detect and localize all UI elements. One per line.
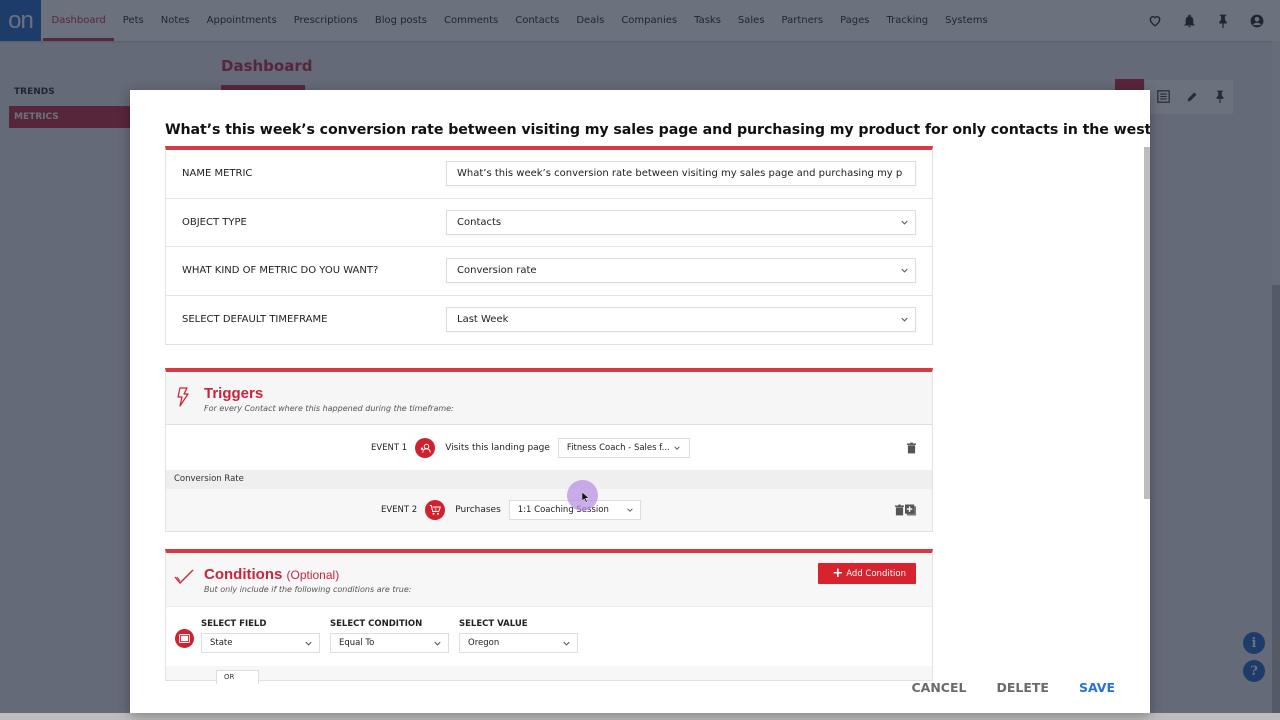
event-1-value: Fitness Coach - Sales f... <box>566 442 670 453</box>
event-1-page-select[interactable]: Fitness Coach - Sales f... <box>557 437 690 458</box>
select-value-dropdown[interactable]: Oregon <box>459 633 578 653</box>
form-row-name-metric: NAME METRIC What’s this week’s conversio… <box>166 150 932 199</box>
name-metric-label: NAME METRIC <box>182 168 253 180</box>
chevron-down-icon <box>901 318 908 322</box>
save-button[interactable]: SAVE <box>1079 680 1115 695</box>
select-field-column: SELECT FIELD State <box>201 619 320 653</box>
or-and-select[interactable]: OR <box>216 670 259 684</box>
chevron-down-icon <box>901 269 908 273</box>
conditions-title-text: Conditions <box>204 566 283 583</box>
trash-icon[interactable] <box>895 504 904 516</box>
event-2-actions <box>895 504 916 516</box>
event-1-action: Visits this landing page <box>445 442 550 453</box>
select-value-value: Oregon <box>468 638 500 648</box>
form-row-object-type: OBJECT TYPE Contacts <box>166 199 932 247</box>
mouse-cursor-icon <box>582 492 590 503</box>
modal-scrollbar[interactable] <box>1144 147 1150 499</box>
triggers-panel: Triggers For every Contact where this ha… <box>165 368 933 532</box>
trash-icon <box>907 442 916 453</box>
condition-field-icon <box>175 629 194 648</box>
delete-event-button[interactable] <box>907 442 916 453</box>
select-value-column: SELECT VALUE Oregon <box>459 619 578 653</box>
conditions-panel: Conditions (Optional) But only include i… <box>165 549 933 684</box>
metric-settings-panel: NAME METRIC What’s this week’s conversio… <box>165 146 933 345</box>
metric-kind-select[interactable]: Conversion rate <box>446 258 916 284</box>
select-condition-value: Equal To <box>339 638 375 648</box>
select-condition-column: SELECT CONDITION Equal To <box>330 619 449 653</box>
chevron-down-icon <box>563 641 570 646</box>
checkmark-icon <box>174 569 194 589</box>
select-condition-dropdown[interactable]: Equal To <box>330 633 449 653</box>
chevron-down-icon <box>901 220 908 225</box>
triggers-header: Triggers For every Contact where this ha… <box>166 372 932 425</box>
svg-text:$: $ <box>435 507 438 511</box>
chevron-down-icon <box>434 641 441 646</box>
select-field-dropdown[interactable]: State <box>201 633 320 653</box>
triggers-title: Triggers <box>204 385 264 402</box>
object-type-label: OBJECT TYPE <box>182 216 247 228</box>
metric-kind-value: Conversion rate <box>457 265 537 277</box>
select-field-value: State <box>210 638 233 648</box>
event-2-label: EVENT 2 <box>381 505 418 515</box>
lightning-bolt-icon <box>176 387 190 411</box>
form-row-timeframe: SELECT DEFAULT TIMEFRAME Last Week <box>166 296 932 345</box>
modal-title: What’s this week’s conversion rate betwe… <box>165 122 1150 138</box>
shopping-cart-icon: $ <box>425 500 446 520</box>
conversion-rate-divider: Conversion Rate <box>166 470 932 489</box>
select-condition-label: SELECT CONDITION <box>330 619 423 629</box>
conditions-subtitle: But only include if the following condit… <box>204 585 412 594</box>
event-1-label: EVENT 1 <box>371 442 408 453</box>
metric-kind-label: WHAT KIND OF METRIC DO YOU WANT? <box>182 265 379 277</box>
conditions-title: Conditions (Optional) <box>204 566 339 583</box>
delete-button[interactable]: DELETE <box>996 680 1048 695</box>
cancel-button[interactable]: CANCEL <box>911 680 966 695</box>
object-type-value: Contacts <box>457 216 502 228</box>
modal-actions: CANCEL DELETE SAVE <box>911 680 1115 695</box>
plus-icon: + <box>832 566 844 581</box>
chevron-down-icon <box>674 445 680 450</box>
add-event-icon[interactable] <box>905 504 916 516</box>
window-bottom-edge <box>0 713 1280 720</box>
triggers-subtitle: For every Contact where this happened du… <box>204 404 454 413</box>
metric-editor-modal: What’s this week’s conversion rate betwe… <box>130 90 1150 713</box>
timeframe-value: Last Week <box>457 314 509 326</box>
event-row: EVENT 1 Visits this landing page Fitness… <box>166 425 932 470</box>
add-condition-label: Add Condition <box>846 568 906 579</box>
chevron-down-icon <box>305 641 312 646</box>
name-metric-input[interactable]: What’s this week’s conversion rate betwe… <box>446 161 916 187</box>
add-condition-button[interactable]: + Add Condition <box>818 563 916 584</box>
select-value-label: SELECT VALUE <box>459 619 528 629</box>
condition-joiner-row: OR <box>166 666 932 684</box>
select-field-label: SELECT FIELD <box>201 619 267 629</box>
object-type-select[interactable]: Contacts <box>446 209 916 235</box>
conditions-optional-label: (Optional) <box>286 568 340 582</box>
timeframe-select[interactable]: Last Week <box>446 307 916 333</box>
conditions-header: Conditions (Optional) But only include i… <box>166 553 932 606</box>
form-row-metric-kind: WHAT KIND OF METRIC DO YOU WANT? Convers… <box>166 247 932 296</box>
event-2-value: 1:1 Coaching Session <box>517 505 609 515</box>
condition-row: SELECT FIELD State SELECT CONDITION Equa… <box>166 606 932 666</box>
timeframe-label: SELECT DEFAULT TIMEFRAME <box>182 314 328 326</box>
landing-page-visitor-icon <box>415 437 436 458</box>
event-2-action: Purchases <box>455 505 501 515</box>
event-row: EVENT 2 $ Purchases 1:1 Coaching Session <box>166 489 932 531</box>
chevron-down-icon <box>627 508 633 512</box>
